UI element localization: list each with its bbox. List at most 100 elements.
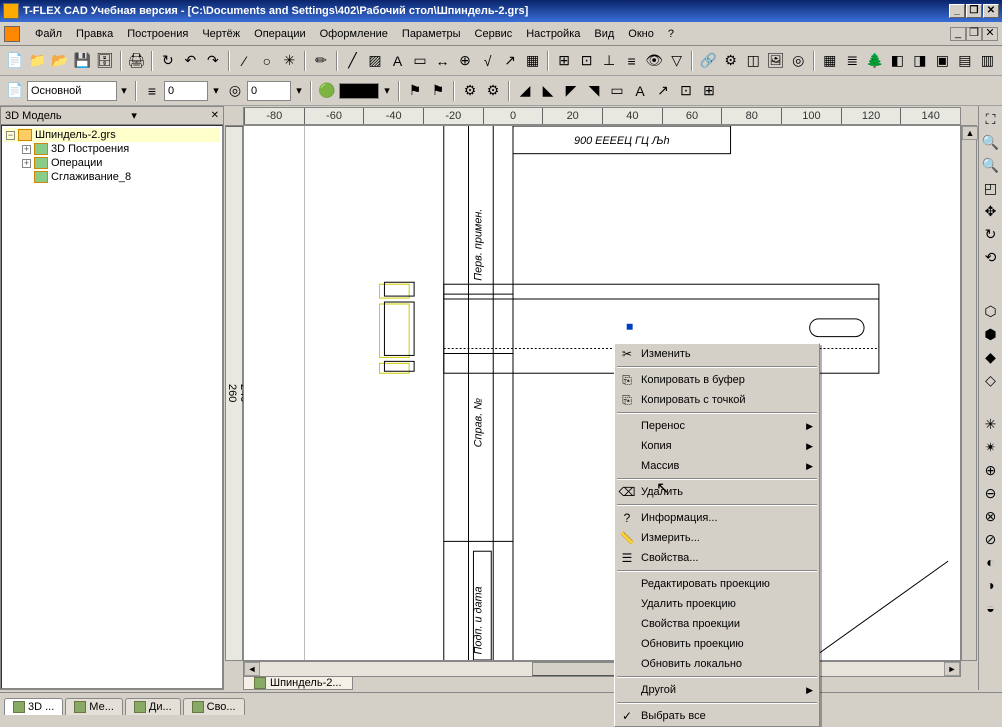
tree-item[interactable]: + 3D Построения [4,142,220,156]
flag1-button[interactable]: ⚑ [404,80,426,102]
expand-icon[interactable]: + [22,159,31,168]
rt-m8[interactable]: ◑ [980,574,1002,596]
rt-rotate[interactable]: ↻ [980,223,1002,245]
grid-button[interactable]: ⊞ [553,50,575,72]
rt-m1[interactable]: ✳ [980,413,1002,435]
m10-button[interactable]: ⊡ [675,80,697,102]
textbox-button[interactable]: ▭ [409,50,431,72]
doc-button[interactable]: 📄 [4,80,26,102]
cm-del-proj[interactable]: Удалить проекцию [615,594,819,614]
print-button[interactable]: 🖨 [126,50,148,72]
line-button[interactable]: ⁄ [234,50,256,72]
tree-root[interactable]: − Шпиндель-2.grs [4,128,220,142]
cm-refresh-proj[interactable]: Обновить проекцию [615,634,819,654]
menu-help[interactable]: ? [661,26,681,42]
scrollbar-vertical[interactable]: ▲ [961,125,977,661]
cm-copy-point[interactable]: ⎘ Копировать с точкой [615,390,819,410]
m9-button[interactable]: ↗ [652,80,674,102]
cm-delete[interactable]: ⌫ Удалить [615,482,819,502]
t4-button[interactable]: ▤ [954,50,976,72]
m4-button[interactable]: ◣ [537,80,559,102]
rt-zoom-in[interactable]: 🔍 [980,131,1002,153]
panel-pin-icon[interactable]: ▾ [131,109,137,122]
m2-button[interactable]: ⚙ [482,80,504,102]
list-button[interactable]: ≣ [842,50,864,72]
cm-info[interactable]: ? Информация... [615,508,819,528]
m7-button[interactable]: ▭ [606,80,628,102]
undo-button[interactable]: ↶ [180,50,202,72]
save-button[interactable]: 💾 [72,50,94,72]
colors-button[interactable]: 🟢 [316,80,338,102]
target-button[interactable]: ◎ [224,80,246,102]
filter-button[interactable]: ▽ [666,50,688,72]
layer-button[interactable]: ≡ [621,50,643,72]
cm-edit-proj[interactable]: Редактировать проекцию [615,574,819,594]
text-button[interactable]: A [387,50,409,72]
rt-3d-1[interactable]: ⬡ [980,300,1002,322]
rt-3d-4[interactable]: ◇ [980,369,1002,391]
new-folder-button[interactable]: 📁 [27,50,49,72]
mdi-minimize[interactable]: _ [950,27,966,41]
scroll-right-icon[interactable]: ► [944,662,960,676]
snap-button[interactable]: ⊡ [576,50,598,72]
menu-decoration[interactable]: Оформление [313,26,395,42]
frag-button[interactable]: ◫ [742,50,764,72]
rt-3d-3[interactable]: ◆ [980,346,1002,368]
collapse-icon[interactable]: − [6,131,15,140]
sketch-button[interactable]: ✏ [310,50,332,72]
m11-button[interactable]: ⊞ [698,80,720,102]
close-button[interactable]: ✕ [983,4,999,18]
model-tree[interactable]: − Шпиндель-2.grs + 3D Построения + Опера… [1,125,223,689]
menu-parameters[interactable]: Параметры [395,26,468,42]
cm-other[interactable]: Другой ▶ [615,680,819,700]
drawing-canvas[interactable]: 900 ЕЕЕЕЦ ГЦ Љh Перв. примен. Справ. № П… [243,125,961,661]
menu-window[interactable]: Окно [621,26,661,42]
scrollbar-horizontal[interactable]: ◄ ► [243,661,961,677]
m6-button[interactable]: ◥ [583,80,605,102]
cm-move[interactable]: Перенос ▶ [615,416,819,436]
scroll-up-icon[interactable]: ▲ [962,126,978,140]
layer-select[interactable] [27,81,117,101]
maximize-button[interactable]: ❐ [966,4,982,18]
circle-button[interactable]: ○ [256,50,278,72]
m8-button[interactable]: A [629,80,651,102]
new-button[interactable]: 📄 [4,50,26,72]
panel-close-icon[interactable]: ✕ [211,110,219,121]
color-swatch[interactable] [339,83,379,99]
rt-zoom-prev[interactable]: ⟲ [980,246,1002,268]
redo-button[interactable]: ↷ [202,50,224,72]
t2-button[interactable]: ◨ [909,50,931,72]
m3-button[interactable]: ◢ [514,80,536,102]
menu-edit[interactable]: Правка [69,26,120,42]
image-button[interactable]: 🖼 [765,50,787,72]
layer-dropdown-icon[interactable]: ▾ [117,80,131,102]
bottom-tab-3d[interactable]: 3D ... [4,698,63,715]
rt-m3[interactable]: ⊕ [980,459,1002,481]
rough-button[interactable]: √ [477,50,499,72]
cm-copy[interactable]: Копия ▶ [615,436,819,456]
bottom-tab-me[interactable]: Ме... [65,698,123,715]
tbl-button[interactable]: ▦ [819,50,841,72]
rt-m5[interactable]: ⊗ [980,505,1002,527]
t1-button[interactable]: ◧ [887,50,909,72]
refresh-button[interactable]: ↻ [157,50,179,72]
color-dropdown[interactable]: ▾ [380,80,394,102]
cm-measure[interactable]: 📏 Измерить... [615,528,819,548]
leader-button[interactable]: ↗ [499,50,521,72]
menu-service[interactable]: Сервис [468,26,520,42]
bottom-tab-svo[interactable]: Сво... [183,698,245,715]
val2-spin[interactable]: ▾ [292,80,306,102]
db-button[interactable]: ◎ [788,50,810,72]
cm-copy-buffer[interactable]: ⎘ Копировать в буфер [615,370,819,390]
expand-icon[interactable]: + [22,145,31,154]
menu-operations[interactable]: Операции [247,26,312,42]
ortho-button[interactable]: ⊥ [598,50,620,72]
tolerance-button[interactable]: ⊕ [454,50,476,72]
flag2-button[interactable]: ⚑ [427,80,449,102]
link-button[interactable]: 🔗 [697,50,719,72]
rt-zoom-fit[interactable]: ⛶ [980,108,1002,130]
tree-item[interactable]: + Операции [4,156,220,170]
val2-input[interactable] [247,81,291,101]
open-button[interactable]: 📂 [49,50,71,72]
cm-array[interactable]: Массив ▶ [615,456,819,476]
